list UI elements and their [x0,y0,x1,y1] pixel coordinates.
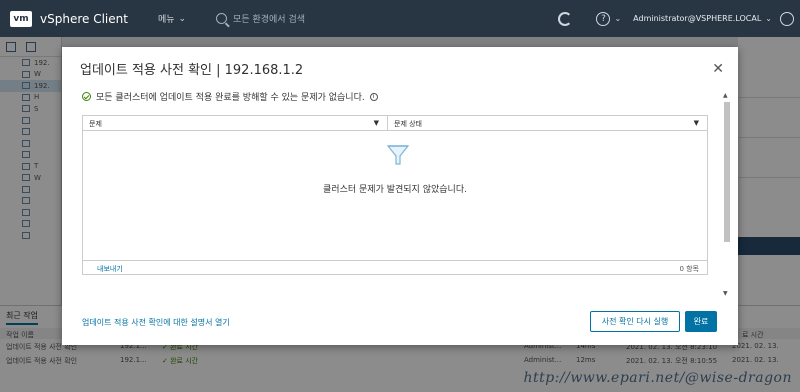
info-icon[interactable]: i [369,92,378,101]
scroll-down-icon[interactable]: ▼ [723,290,728,297]
help-chevron-icon[interactable]: ⌄ [614,14,621,23]
top-header: vm vSphere Client 메뉴 ⌄ 모든 환경에서 검색 ? ⌄ Ad… [0,0,800,37]
help-icon[interactable]: ? [596,11,611,26]
vm-logo: vm [10,10,32,27]
refresh-icon[interactable] [558,11,573,26]
status-message: 모든 클러스터에 업데이트 적용 완료를 방해할 수 있는 문제가 없습니다. … [82,90,378,103]
precheck-dialog: 업데이트 적용 사전 확인 | 192.168.1.2 ✕ 모든 클러스터에 업… [62,47,738,345]
user-menu[interactable]: Administrator@VSPHERE.LOCAL [633,14,761,23]
done-button[interactable]: 완료 [685,311,717,332]
item-count: 0 항목 [679,265,699,273]
search-input[interactable]: 모든 환경에서 검색 [233,12,305,25]
close-icon[interactable]: ✕ [712,61,724,77]
menu-dropdown[interactable]: 메뉴 ⌄ [157,12,187,26]
watermark: http://www.epari.net/@wise-dragon [523,370,792,386]
app-title: vSphere Client [40,11,128,26]
filter-icon[interactable]: ▼ [694,119,699,127]
filter-icon[interactable]: ▼ [374,119,379,127]
issues-grid: 문제 ▼ 문제 상태 ▼ 클러스터 문제가 발견되지 않았습니다. 내보내기 0… [82,115,708,275]
dialog-title: 업데이트 적용 사전 확인 | 192.168.1.2 [80,63,304,78]
export-link[interactable]: 내보내기 [97,264,123,274]
grid-footer: 내보내기 0 항목 [83,260,707,274]
rerun-precheck-button[interactable]: 사전 확인 다시 실행 [590,311,680,332]
column-header-issue-status[interactable]: 문제 상태 ▼ [387,116,707,131]
search-icon [216,13,228,24]
menu-label: 메뉴 [157,15,175,25]
dialog-scrollbar[interactable]: ▲ ▼ [722,92,732,297]
empty-funnel-icon [386,145,410,165]
chevron-down-icon: ⌄ [178,13,187,24]
grid-header: 문제 ▼ 문제 상태 ▼ [83,116,707,131]
status-text: 모든 클러스터에 업데이트 적용 완료를 방해할 수 있는 문제가 없습니다. [96,93,365,103]
documentation-link[interactable]: 업데이트 적용 사전 확인에 대한 설명서 열기 [82,317,230,328]
success-check-icon [82,92,91,101]
user-chevron-icon[interactable]: ⌄ [765,14,772,23]
empty-message: 클러스터 문제가 발견되지 않았습니다. [323,185,467,195]
global-search[interactable]: 모든 환경에서 검색 [216,12,305,25]
column-header-issue[interactable]: 문제 ▼ [83,116,387,131]
scroll-up-icon[interactable]: ▲ [723,92,728,99]
scroll-thumb[interactable] [724,102,730,242]
feedback-icon[interactable] [780,11,794,26]
